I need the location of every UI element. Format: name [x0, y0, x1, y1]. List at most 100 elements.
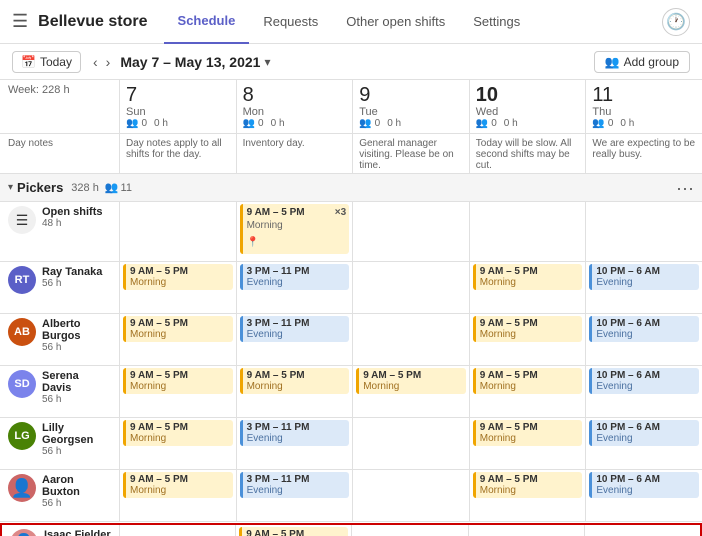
- shift-isaac-8[interactable]: 9 AM – 5 PM Morning: [236, 525, 352, 536]
- shift-alberto-10[interactable]: 9 AM – 5 PM Morning: [470, 314, 587, 365]
- day-note-9: General manager visiting. Please be on t…: [353, 134, 470, 173]
- emp-hours-serena: 56 h: [42, 394, 111, 405]
- grid-header: Week: 228 h 7 Sun 👥 0 0 h 8 Mon 👥 0 0 h …: [0, 80, 702, 134]
- next-arrow[interactable]: ›: [102, 52, 115, 72]
- calendar-icon: 📅: [21, 55, 36, 69]
- shift-alberto-9[interactable]: [353, 314, 470, 365]
- tab-open-shifts[interactable]: Other open shifts: [332, 0, 459, 44]
- shift-block-isaac-8[interactable]: 9 AM – 5 PM Morning: [239, 527, 348, 536]
- shift-isaac-7[interactable]: [120, 525, 236, 536]
- shift-serena-9[interactable]: 9 AM – 5 PM Morning: [353, 366, 470, 417]
- day-number-11: 11: [592, 84, 696, 106]
- shift-ray-9[interactable]: [353, 262, 470, 313]
- day-name-10: Wed: [476, 106, 580, 118]
- shift-aaron-11[interactable]: 10 PM – 6 AM Evening: [586, 470, 702, 521]
- open-shift-time: 9 AM – 5 PM: [247, 206, 346, 219]
- group-more-icon[interactable]: ···: [676, 179, 694, 197]
- emp-name-serena: Serena Davis: [42, 370, 111, 394]
- day-name-7: Sun: [126, 106, 230, 118]
- group-people: 11: [121, 182, 132, 194]
- shift-lilly-7[interactable]: 9 AM – 5 PM Morning: [120, 418, 237, 469]
- day-meta-11: 👥 0 0 h: [592, 118, 696, 129]
- date-range[interactable]: May 7 – May 13, 2021: [120, 54, 260, 70]
- open-shift-label: Morning: [247, 219, 346, 232]
- group-name: Pickers: [17, 180, 63, 195]
- tab-requests[interactable]: Requests: [249, 0, 332, 44]
- emp-info-alberto: AB Alberto Burgos 56 h: [0, 314, 120, 365]
- shift-aaron-8[interactable]: 3 PM – 11 PM Evening: [237, 470, 354, 521]
- employee-row-lilly: LG Lilly Georgsen 56 h 9 AM – 5 PM Morni…: [0, 418, 702, 470]
- prev-arrow[interactable]: ‹: [89, 52, 102, 72]
- employee-row-alberto: AB Alberto Burgos 56 h 9 AM – 5 PM Morni…: [0, 314, 702, 366]
- add-group-button[interactable]: 👥 Add group: [594, 51, 690, 73]
- day-number-9: 9: [359, 84, 463, 106]
- open-shift-block-8[interactable]: 9 AM – 5 PM Morning ×3 📍: [240, 204, 350, 254]
- shift-block-ray-10-morning[interactable]: 9 AM – 5 PM Morning: [473, 264, 583, 290]
- shift-aaron-10[interactable]: 9 AM – 5 PM Morning: [470, 470, 587, 521]
- shift-lilly-10[interactable]: 9 AM – 5 PM Morning: [470, 418, 587, 469]
- emp-info-aaron: 👤 Aaron Buxton 56 h: [0, 470, 120, 521]
- schedule-grid: Week: 228 h 7 Sun 👥 0 0 h 8 Mon 👥 0 0 h …: [0, 80, 702, 536]
- open-shifts-row: ☰ Open shifts 48 h 9 AM – 5 PM Morning ×…: [0, 202, 702, 262]
- people-icon-10: 👥: [476, 118, 488, 129]
- shift-ray-8[interactable]: 3 PM – 11 PM Evening: [237, 262, 354, 313]
- shift-alberto-11[interactable]: 10 PM – 6 AM Evening: [586, 314, 702, 365]
- shift-isaac-10[interactable]: [469, 525, 585, 536]
- emp-info-ray: RT Ray Tanaka 56 h: [0, 262, 120, 313]
- history-icon[interactable]: 🕐: [662, 8, 690, 36]
- open-shift-cell-11[interactable]: [586, 202, 702, 261]
- day-meta-7: 👥 0 0 h: [126, 118, 230, 129]
- day-note-11: We are expecting to be really busy.: [586, 134, 702, 173]
- shift-aaron-9[interactable]: [353, 470, 470, 521]
- tab-settings[interactable]: Settings: [459, 0, 534, 44]
- shift-block-ray-7-morning[interactable]: 9 AM – 5 PM Morning: [123, 264, 233, 290]
- emp-hours-lilly: 56 h: [42, 446, 111, 457]
- shift-alberto-8[interactable]: 3 PM – 11 PM Evening: [237, 314, 354, 365]
- shift-ray-10[interactable]: 9 AM – 5 PM Morning: [470, 262, 587, 313]
- emp-info-isaac: 👤 Isaac Fielder Redmond store 8 h: [2, 525, 120, 536]
- day-notes-row: Day notes Day notes apply to all shifts …: [0, 134, 702, 174]
- shift-serena-10[interactable]: 9 AM – 5 PM Morning: [470, 366, 587, 417]
- shift-isaac-9[interactable]: [352, 525, 468, 536]
- open-shift-cell-7[interactable]: [120, 202, 237, 261]
- day-note-8: Inventory day.: [237, 134, 354, 173]
- people-icon-7: 👥: [126, 118, 138, 129]
- open-shifts-hours: 48 h: [42, 218, 103, 229]
- day-number-7: 7: [126, 84, 230, 106]
- shift-alberto-7[interactable]: 9 AM – 5 PM Morning: [120, 314, 237, 365]
- avatar-ray: RT: [8, 266, 36, 294]
- open-shift-cell-9[interactable]: [353, 202, 470, 261]
- open-shift-cell-8[interactable]: 9 AM – 5 PM Morning ×3 📍: [237, 202, 354, 261]
- shift-aaron-7[interactable]: 9 AM – 5 PM Morning: [120, 470, 237, 521]
- week-header-cell: Week: 228 h: [0, 80, 120, 133]
- today-button[interactable]: 📅 Today: [12, 51, 81, 73]
- avatar-alberto: AB: [8, 318, 36, 346]
- emp-name-isaac: Isaac Fielder: [44, 529, 111, 536]
- shift-lilly-8[interactable]: 3 PM – 11 PM Evening: [237, 418, 354, 469]
- shift-block-ray-11-night[interactable]: 10 PM – 6 AM Evening: [589, 264, 699, 290]
- employee-row-serena: SD Serena Davis 56 h 9 AM – 5 PM Morning…: [0, 366, 702, 418]
- avatar-serena: SD: [8, 370, 36, 398]
- top-nav: ☰ Bellevue store Schedule Requests Other…: [0, 0, 702, 44]
- emp-hours-alberto: 56 h: [42, 342, 111, 353]
- shift-isaac-11[interactable]: [585, 525, 700, 536]
- open-shift-cell-10[interactable]: [470, 202, 587, 261]
- employee-row-ray: RT Ray Tanaka 56 h 9 AM – 5 PM Morning 3…: [0, 262, 702, 314]
- day-header-7: 7 Sun 👥 0 0 h: [120, 80, 237, 133]
- chevron-down-icon[interactable]: ▾: [264, 55, 270, 69]
- shift-lilly-9[interactable]: [353, 418, 470, 469]
- shift-block-ray-8-evening[interactable]: 3 PM – 11 PM Evening: [240, 264, 350, 290]
- shift-serena-11[interactable]: 10 PM – 6 AM Evening: [586, 366, 702, 417]
- emp-hours-aaron: 56 h: [42, 498, 111, 509]
- shift-lilly-11[interactable]: 10 PM – 6 AM Evening: [586, 418, 702, 469]
- avatar-aaron: 👤: [8, 474, 36, 502]
- shift-ray-7[interactable]: 9 AM – 5 PM Morning: [120, 262, 237, 313]
- shift-serena-7[interactable]: 9 AM – 5 PM Morning: [120, 366, 237, 417]
- shift-serena-8[interactable]: 9 AM – 5 PM Morning: [237, 366, 354, 417]
- hamburger-icon[interactable]: ☰: [12, 11, 28, 32]
- tab-schedule[interactable]: Schedule: [164, 0, 250, 44]
- day-number-10: 10: [476, 84, 580, 106]
- group-chevron-icon[interactable]: ▾: [8, 182, 13, 193]
- app-title: Bellevue store: [38, 13, 147, 31]
- shift-ray-11[interactable]: 10 PM – 6 AM Evening: [586, 262, 702, 313]
